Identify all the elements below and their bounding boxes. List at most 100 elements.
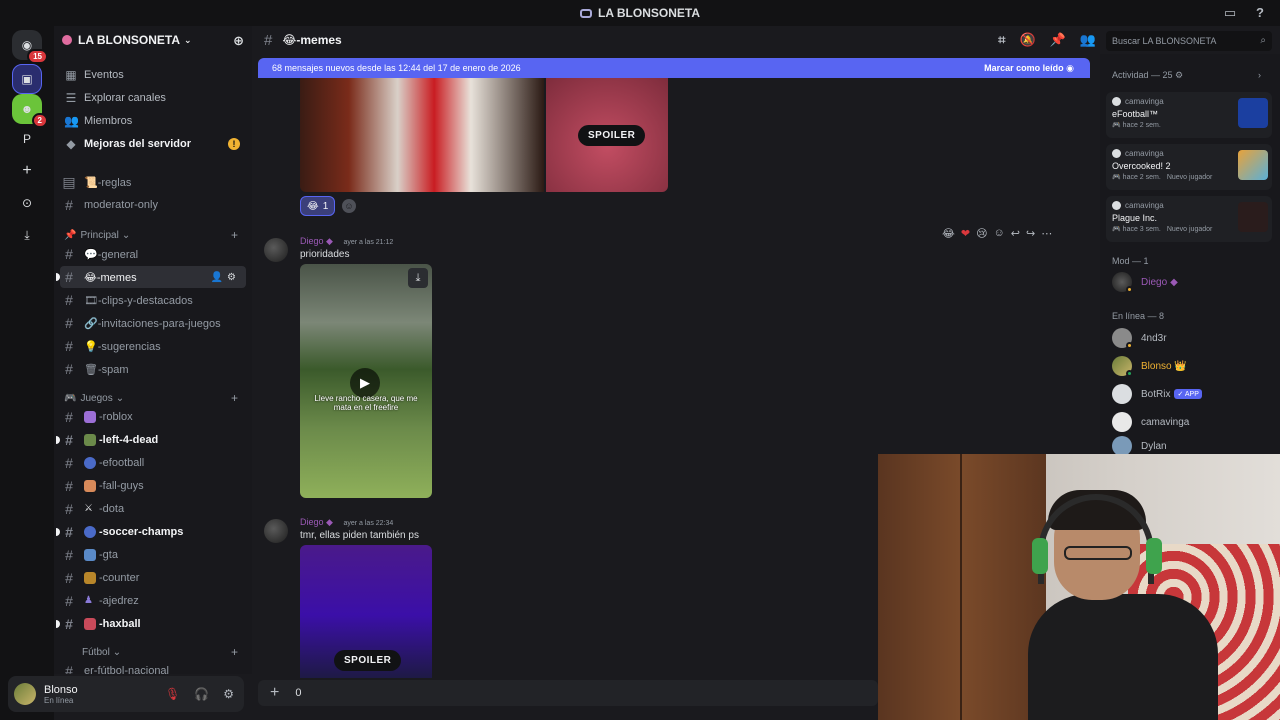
- channel-label: 🎞-clips-y-destacados: [84, 294, 193, 307]
- channel-actions[interactable]: 👤⚙: [211, 272, 240, 283]
- add-channel-icon[interactable]: +: [231, 391, 238, 405]
- reply-icon[interactable]: ↩: [1011, 227, 1020, 240]
- video-attachment[interactable]: ⤓ ▶ Lleve rancho casera, que me mata en …: [300, 264, 432, 498]
- channel-memes[interactable]: # 😂-memes 👤⚙: [56, 266, 246, 288]
- notifications-off-icon[interactable]: 🔕: [1019, 32, 1035, 48]
- channel-soccer-champs[interactable]: # -soccer-champs: [56, 521, 246, 543]
- avatar[interactable]: [264, 238, 288, 262]
- server-blonsoneta[interactable]: ▣: [12, 64, 42, 94]
- reaction-heart-icon[interactable]: ❤: [961, 227, 970, 240]
- activity-card[interactable]: camavinga eFootball™ 🎮 hace 2 sem.: [1106, 92, 1272, 138]
- message-timestamp: ayer a las 22:34: [343, 520, 394, 527]
- gear-icon[interactable]: ⚙: [223, 687, 234, 701]
- category-futbol[interactable]: Fútbol ⌄ +: [60, 644, 246, 660]
- channel-sugerencias[interactable]: # 💡-sugerencias: [60, 335, 246, 357]
- search-input[interactable]: Buscar LA BLONSONETA ⌕: [1106, 31, 1272, 51]
- message-author[interactable]: Diego ◆ ayer a las 21:12: [300, 236, 393, 247]
- member-camavinga[interactable]: camavinga: [1112, 412, 1189, 432]
- channel-moderator-only[interactable]: # moderator-only: [60, 194, 246, 216]
- channel-clips[interactable]: # 🎞-clips-y-destacados: [60, 289, 246, 311]
- spoiler-attachment[interactable]: SPOILER: [300, 545, 432, 678]
- reaction-laugh-icon[interactable]: 😂: [942, 227, 955, 240]
- activity-card[interactable]: camavinga Overcooked! 2 🎮 hace 2 sem. Nue…: [1106, 144, 1272, 190]
- author-name: Diego: [300, 236, 324, 246]
- channel-general[interactable]: # 💬-general: [60, 243, 246, 265]
- attach-plus-icon[interactable]: +: [270, 684, 279, 702]
- member-4nd3r[interactable]: 4nd3r: [1112, 328, 1167, 349]
- channel-haxball[interactable]: # -haxball: [56, 613, 246, 635]
- more-icon[interactable]: ⋯: [1041, 227, 1052, 240]
- add-server-button[interactable]: +: [12, 156, 42, 186]
- channel-spam[interactable]: # 🗑-spam: [60, 358, 246, 380]
- channel-label: -ajedrez: [99, 595, 139, 607]
- headphones-icon[interactable]: 🎧: [194, 687, 209, 701]
- hash-icon: #: [65, 432, 73, 448]
- avatar[interactable]: [264, 519, 288, 543]
- channel-ajedrez[interactable]: # ♟ -ajedrez: [60, 590, 246, 612]
- add-channel-icon[interactable]: +: [231, 645, 238, 659]
- channel-label: 🗑-spam: [84, 363, 129, 376]
- member-name: Dylan: [1141, 440, 1167, 452]
- nav-mejoras-servidor[interactable]: ◆ Mejoras del servidor!: [60, 133, 246, 155]
- mark-read-button[interactable]: Marcar como leído ◉: [984, 63, 1074, 74]
- server-p[interactable]: P: [12, 124, 42, 154]
- add-reaction-icon[interactable]: ☺: [342, 199, 356, 213]
- car-icon: [84, 549, 96, 561]
- server-green[interactable]: ☻ 2: [12, 94, 48, 128]
- channel-label: -fall-guys: [99, 480, 144, 492]
- download-button[interactable]: ⤓: [12, 220, 42, 250]
- new-messages-bar[interactable]: 68 mensajes nuevos desde las 12:44 del 1…: [258, 58, 1090, 78]
- gamepad-icon: 🎮: [64, 392, 77, 404]
- channel-left-4-dead[interactable]: # -left-4-dead: [56, 429, 246, 451]
- message-composer[interactable]: + 0: [258, 680, 878, 706]
- add-channel-icon[interactable]: +: [231, 228, 238, 242]
- member-dylan[interactable]: Dylan: [1112, 436, 1167, 454]
- direct-messages-button[interactable]: ◉ 15: [12, 30, 48, 64]
- channel-roblox[interactable]: # -roblox: [60, 406, 246, 428]
- reaction-sad-icon[interactable]: 😢: [976, 227, 987, 240]
- channel-counter[interactable]: # -counter: [60, 567, 246, 589]
- hash-icon: #: [65, 455, 73, 471]
- nav-miembros[interactable]: 👥 Miembros: [60, 110, 246, 132]
- nav-explorar-canales[interactable]: ☰ Explorar canales: [60, 87, 246, 109]
- member-blonso[interactable]: Blonso 👑: [1112, 356, 1187, 377]
- pin-icon[interactable]: 📌: [1050, 32, 1066, 48]
- category-juegos[interactable]: 🎮 Juegos ⌄ +: [60, 390, 246, 406]
- webcam-overlay: [878, 454, 1280, 720]
- search-icon: ⌕: [1260, 35, 1266, 46]
- download-icon[interactable]: ⤓: [408, 268, 428, 288]
- add-reaction-icon[interactable]: ☺: [994, 227, 1005, 239]
- member-botrix[interactable]: BotRix ✓ APP: [1112, 384, 1202, 404]
- channel-futbol-nacional[interactable]: # er-fútbol-nacional: [60, 660, 246, 674]
- category-principal[interactable]: 📌 Principal ⌄ +: [60, 227, 246, 243]
- threads-icon[interactable]: ⌗: [998, 32, 1005, 48]
- invite-people-icon[interactable]: ⊕: [233, 33, 244, 49]
- forward-icon[interactable]: ↪: [1026, 227, 1035, 240]
- channel-fall-guys[interactable]: # -fall-guys: [60, 475, 246, 497]
- attachment-image[interactable]: [300, 78, 544, 192]
- channel-invitaciones[interactable]: # 🔗-invitaciones-para-juegos: [60, 312, 246, 334]
- member-diego[interactable]: Diego ◆: [1112, 272, 1178, 293]
- inbox-icon[interactable]: ▭: [1222, 5, 1238, 21]
- avatar: [1112, 356, 1133, 377]
- activity-header[interactable]: Actividad — 25 ⚙ ›: [1112, 70, 1261, 81]
- channel-label: 🔗-invitaciones-para-juegos: [84, 317, 221, 330]
- message-author[interactable]: Diego ◆ ayer a las 22:34: [300, 517, 393, 528]
- pin-icon: 📌: [64, 229, 77, 241]
- nav-eventos[interactable]: ▦ Eventos: [60, 64, 246, 86]
- member-list-icon[interactable]: 👥: [1080, 32, 1096, 48]
- reaction-pill[interactable]: 😂 1: [300, 196, 336, 216]
- channel-dota[interactable]: # ⚔ -dota: [60, 498, 246, 520]
- channel-reglas[interactable]: ▤ 📜-reglas: [60, 171, 246, 193]
- channel-efootball[interactable]: # -efootball: [60, 452, 246, 474]
- channel-gta[interactable]: # -gta: [60, 544, 246, 566]
- server-header[interactable]: LA BLONSONETA ⌄ ⊕: [54, 26, 252, 54]
- hash-icon: #: [264, 31, 273, 49]
- discover-button[interactable]: ⊙: [12, 188, 42, 218]
- avatar[interactable]: [14, 683, 36, 705]
- mic-muted-icon[interactable]: 🎙: [165, 687, 180, 701]
- spoiler-attachment[interactable]: SPOILER: [546, 78, 668, 192]
- activity-card[interactable]: camavinga Plague Inc. 🎮 hace 3 sem. Nuevo…: [1106, 196, 1272, 242]
- help-icon[interactable]: ?: [1252, 5, 1268, 21]
- channel-label: 💬-general: [84, 248, 139, 261]
